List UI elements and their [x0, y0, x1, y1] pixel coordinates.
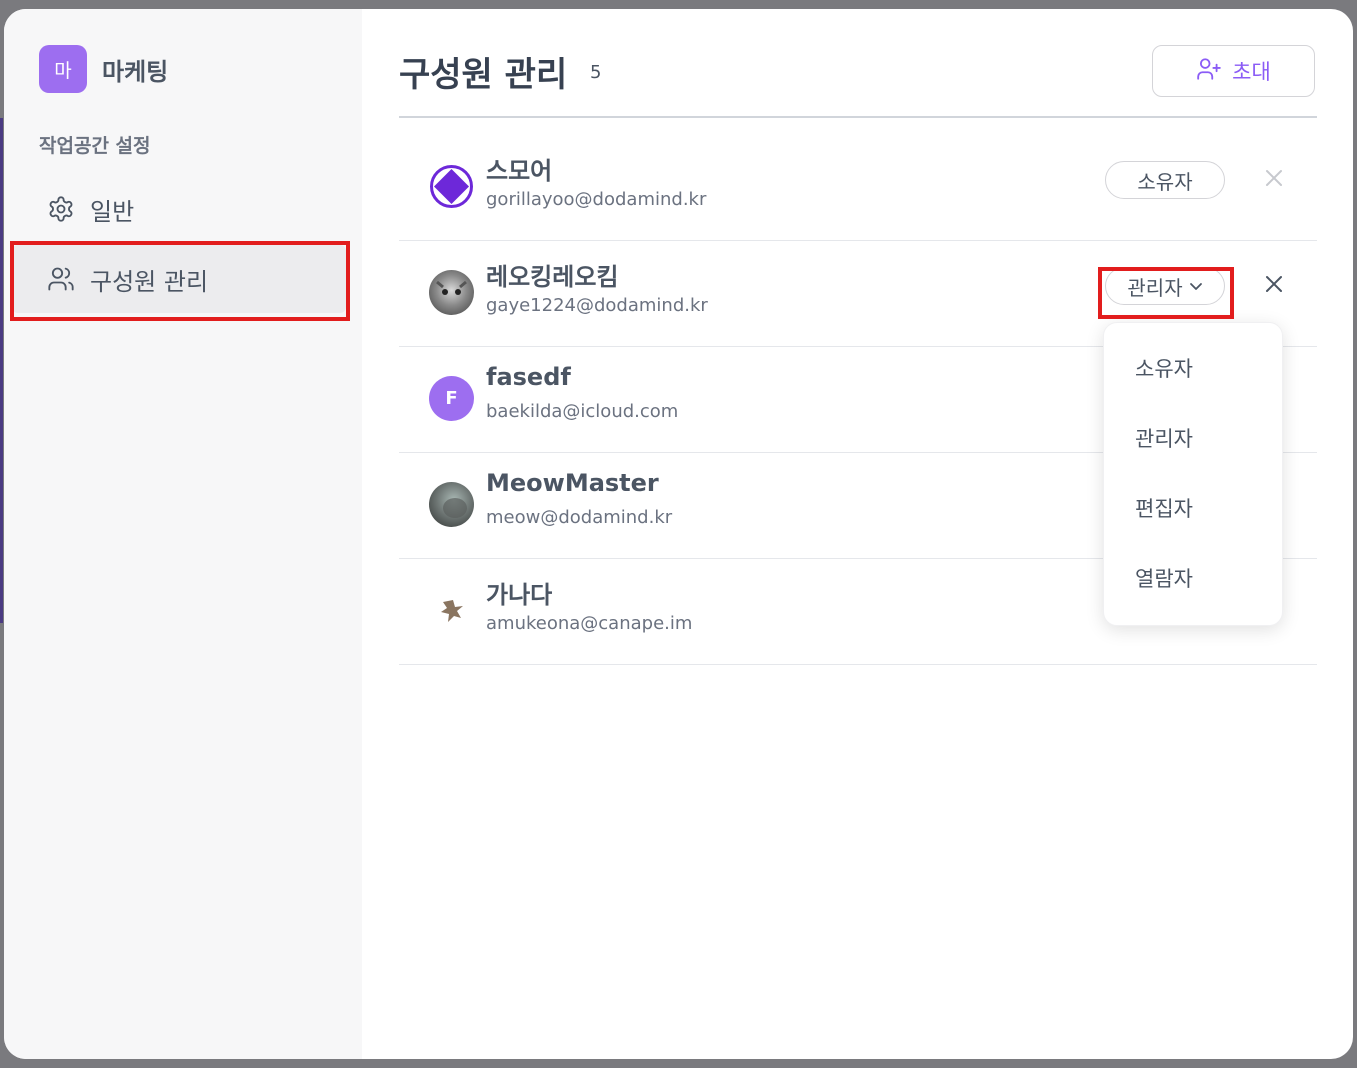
chevron-down-icon	[1189, 274, 1203, 298]
role-badge: 소유자	[1105, 161, 1225, 199]
role-select[interactable]: 관리자	[1105, 267, 1225, 305]
role-option[interactable]: 편집자	[1104, 473, 1282, 543]
header-divider	[399, 116, 1317, 118]
section-label: 작업공간 설정	[39, 135, 151, 157]
close-icon	[1265, 169, 1283, 191]
member-row: 스모어 gorillayoo@dodamind.kr 소유자	[399, 134, 1317, 241]
member-count: 5	[590, 62, 602, 83]
avatar	[429, 164, 474, 209]
member-email: gaye1224@dodamind.kr	[486, 295, 708, 316]
avatar	[429, 588, 474, 633]
member-email: gorillayoo@dodamind.kr	[486, 189, 707, 210]
avatar	[429, 482, 474, 527]
gear-icon	[46, 194, 76, 224]
remove-member-button[interactable]	[1259, 271, 1289, 301]
user-plus-icon	[1196, 56, 1222, 87]
avatar-initial: F	[445, 388, 458, 409]
page-title: 구성원 관리	[399, 55, 568, 95]
member-name: fasedf	[486, 363, 571, 391]
role-option[interactable]: 관리자	[1104, 403, 1282, 473]
close-icon	[1265, 275, 1283, 297]
avatar	[429, 270, 474, 315]
avatar: F	[429, 376, 474, 421]
member-name: 레오킹레오킴	[486, 263, 619, 291]
workspace-avatar: 마	[39, 45, 87, 93]
member-email: amukeona@canape.im	[486, 613, 693, 634]
sidebar-item-members[interactable]: 구성원 관리	[12, 245, 346, 313]
users-icon	[46, 264, 76, 294]
workspace-name: 마케팅	[102, 58, 169, 86]
member-email: meow@dodamind.kr	[486, 507, 673, 528]
background-strip	[0, 118, 3, 623]
sidebar-item-label: 일반	[90, 197, 135, 226]
sidebar: 마 마케팅 작업공간 설정 일반 구성원 관리	[4, 9, 362, 1059]
role-dropdown-menu: 소유자 관리자 편집자 열람자	[1103, 322, 1283, 626]
member-name: MeowMaster	[486, 469, 659, 497]
invite-button[interactable]: 초대	[1152, 45, 1315, 97]
role-label: 관리자	[1127, 275, 1183, 300]
role-option[interactable]: 열람자	[1104, 543, 1282, 613]
sidebar-item-label: 구성원 관리	[90, 267, 209, 296]
role-label: 소유자	[1137, 169, 1193, 194]
sidebar-item-general[interactable]: 일반	[12, 175, 346, 243]
role-option[interactable]: 소유자	[1104, 333, 1282, 403]
member-name: 스모어	[486, 157, 553, 185]
remove-member-button	[1259, 165, 1289, 195]
member-name: 가나다	[486, 581, 553, 609]
invite-label: 초대	[1232, 60, 1271, 84]
member-email: baekilda@icloud.com	[486, 401, 679, 422]
